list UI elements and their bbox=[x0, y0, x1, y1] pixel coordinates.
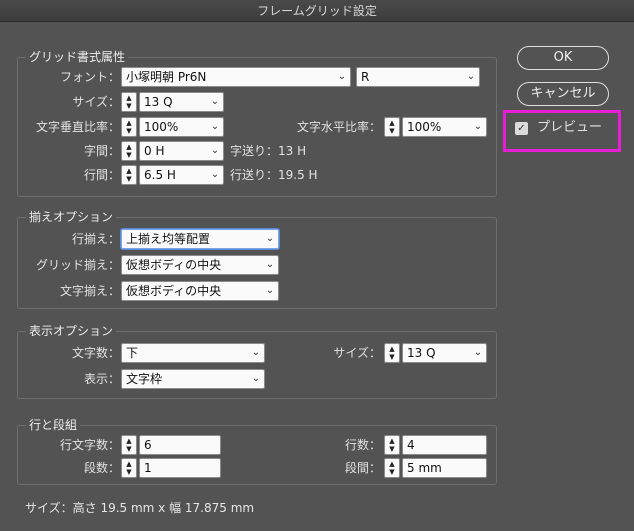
horizontal-scale-stepper-icon[interactable]: ▲ ▼ bbox=[384, 117, 400, 137]
font-label: フォント： bbox=[59, 70, 120, 84]
line-alignment-label: 行揃え： bbox=[71, 232, 120, 246]
chars-per-line-label: 行文字数： bbox=[59, 438, 120, 452]
font-style-dropdown[interactable]: R ⌄ bbox=[356, 67, 480, 87]
columns-count-label: 段数： bbox=[83, 461, 120, 475]
view-dropdown[interactable]: 文字枠 ⌄ bbox=[121, 369, 265, 389]
size-summary: サイズ：高さ 19.5 mm x 幅 17.875 mm bbox=[25, 501, 255, 515]
chevron-down-icon: ⌄ bbox=[210, 96, 220, 107]
char-alignment-dropdown[interactable]: 仮想ボディの中央 ⌄ bbox=[121, 281, 279, 301]
font-family-dropdown[interactable]: 小塚明朝 Pr6N ⌄ bbox=[121, 67, 351, 87]
vertical-scale-value: 100% bbox=[144, 120, 179, 134]
font-family-value: 小塚明朝 Pr6N bbox=[126, 70, 207, 84]
gutter-label: 段間： bbox=[344, 461, 381, 475]
char-count-value: 下 bbox=[126, 346, 139, 360]
chevron-down-icon: ⌄ bbox=[265, 259, 275, 270]
chevron-down-icon: ⌄ bbox=[265, 285, 275, 296]
line-alignment-dropdown[interactable]: 上揃え均等配置 ⌄ bbox=[121, 229, 279, 249]
grid-attributes-title: グリッド書式属性 bbox=[26, 50, 129, 64]
line-aki-combo[interactable]: 6.5 H ⌄ bbox=[139, 165, 224, 185]
chevron-down-icon: ⌄ bbox=[210, 121, 220, 132]
chevron-down-icon: ⌄ bbox=[210, 145, 220, 156]
lines-label: 行数： bbox=[344, 438, 381, 452]
ok-button[interactable]: OK bbox=[517, 46, 609, 70]
chars-per-line-input[interactable]: 6 bbox=[139, 435, 221, 455]
char-aki-stepper-icon[interactable]: ▲ ▼ bbox=[121, 141, 137, 161]
view-value: 文字枠 bbox=[126, 372, 163, 386]
columns-title: 行と段組 bbox=[26, 418, 81, 432]
columns-count-input[interactable]: 1 bbox=[139, 458, 221, 478]
char-aki-combo[interactable]: 0 H ⌄ bbox=[139, 141, 224, 161]
size-label: サイズ： bbox=[72, 95, 120, 109]
columns-count-stepper-icon[interactable]: ▲ ▼ bbox=[121, 458, 137, 478]
chevron-down-icon: ⌄ bbox=[210, 169, 220, 180]
char-feed-readout: 字送り：13 H bbox=[230, 144, 307, 158]
cancel-button[interactable]: キャンセル bbox=[517, 82, 609, 106]
char-count-dropdown[interactable]: 下 ⌄ bbox=[121, 343, 265, 363]
vertical-scale-stepper-icon[interactable]: ▲ ▼ bbox=[121, 117, 137, 137]
chevron-down-icon: ⌄ bbox=[473, 347, 483, 358]
display-size-combo[interactable]: 13 Q ⌄ bbox=[402, 343, 487, 363]
line-aki-value: 6.5 H bbox=[144, 168, 176, 182]
chevron-down-icon: ⌄ bbox=[251, 373, 261, 384]
size-combo[interactable]: 13 Q ⌄ bbox=[139, 92, 224, 112]
display-size-label: サイズ： bbox=[333, 346, 381, 360]
checkmark-icon: ✓ bbox=[517, 123, 526, 134]
preview-label[interactable]: プレビュー bbox=[537, 118, 602, 138]
chevron-down-icon: ⌄ bbox=[251, 347, 261, 358]
preview-checkbox[interactable]: ✓ bbox=[515, 122, 528, 135]
grid-alignment-value: 仮想ボディの中央 bbox=[126, 258, 222, 272]
font-style-value: R bbox=[361, 70, 370, 84]
chars-per-line-stepper-icon[interactable]: ▲ ▼ bbox=[121, 435, 137, 455]
line-alignment-value: 上揃え均等配置 bbox=[126, 232, 211, 246]
vertical-scale-label: 文字垂直比率： bbox=[35, 120, 120, 134]
lines-stepper-icon[interactable]: ▲ ▼ bbox=[384, 435, 400, 455]
size-value: 13 Q bbox=[144, 95, 173, 109]
view-label: 表示： bbox=[83, 372, 120, 386]
line-aki-stepper-icon[interactable]: ▲ ▼ bbox=[121, 165, 137, 185]
line-aki-label: 行間： bbox=[83, 168, 120, 182]
display-title: 表示オプション bbox=[26, 324, 117, 338]
gutter-input[interactable]: 5 mm bbox=[402, 458, 487, 478]
display-size-stepper-icon[interactable]: ▲ ▼ bbox=[384, 343, 400, 363]
line-feed-readout: 行送り：19.5 H bbox=[230, 168, 318, 182]
horizontal-scale-label: 文字水平比率： bbox=[296, 120, 381, 134]
horizontal-scale-combo[interactable]: 100% ⌄ bbox=[402, 117, 487, 137]
display-size-value: 13 Q bbox=[407, 346, 436, 360]
size-stepper-icon[interactable]: ▲ ▼ bbox=[121, 92, 137, 112]
chevron-down-icon: ⌄ bbox=[466, 71, 476, 82]
char-alignment-label: 文字揃え： bbox=[59, 284, 120, 298]
char-aki-label: 字間： bbox=[83, 144, 120, 158]
alignment-title: 揃えオプション bbox=[26, 210, 117, 224]
char-alignment-value: 仮想ボディの中央 bbox=[126, 284, 222, 298]
gutter-stepper-icon[interactable]: ▲ ▼ bbox=[384, 458, 400, 478]
chevron-down-icon: ⌄ bbox=[337, 71, 347, 82]
char-aki-value: 0 H bbox=[144, 144, 165, 158]
grid-alignment-label: グリッド揃え： bbox=[35, 258, 120, 272]
grid-alignment-dropdown[interactable]: 仮想ボディの中央 ⌄ bbox=[121, 255, 279, 275]
window-title: フレームグリッド設定 bbox=[0, 0, 634, 22]
chevron-down-icon: ⌄ bbox=[265, 233, 275, 244]
horizontal-scale-value: 100% bbox=[407, 120, 442, 134]
chevron-down-icon: ⌄ bbox=[473, 121, 483, 132]
vertical-scale-combo[interactable]: 100% ⌄ bbox=[139, 117, 224, 137]
lines-input[interactable]: 4 bbox=[402, 435, 487, 455]
char-count-label: 文字数： bbox=[71, 346, 120, 360]
